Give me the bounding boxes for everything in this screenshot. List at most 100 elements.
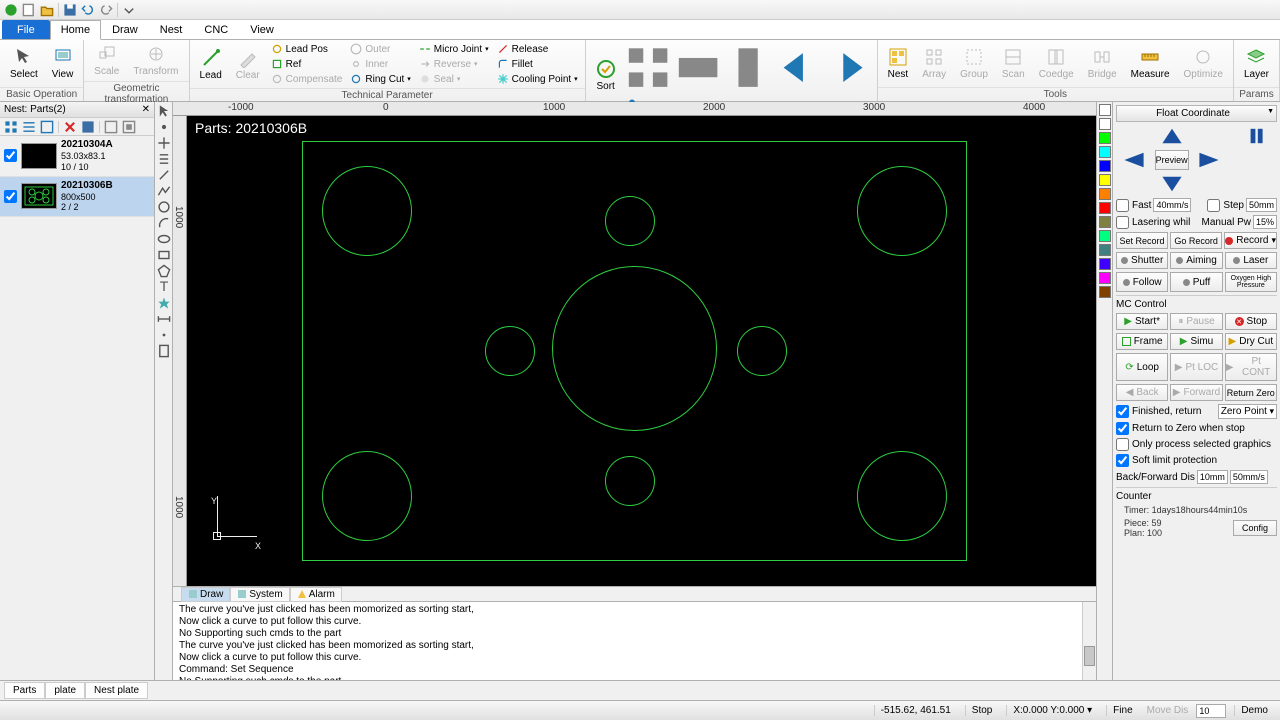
lead-button[interactable]: Lead — [194, 46, 228, 83]
reverse-button[interactable]: Reverse▾ — [416, 57, 492, 71]
stop-button[interactable]: ✕Stop — [1225, 313, 1277, 330]
view-button[interactable]: View — [46, 45, 80, 82]
tab-home[interactable]: Home — [50, 20, 101, 40]
arc-icon[interactable] — [157, 216, 171, 230]
layer-swatch[interactable] — [1099, 230, 1111, 242]
oxygen-button[interactable]: Oxygen High Pressure — [1225, 272, 1277, 292]
delete-icon[interactable] — [63, 120, 77, 134]
layer-swatch[interactable] — [1099, 132, 1111, 144]
save-part-icon[interactable] — [81, 120, 95, 134]
node-icon[interactable] — [157, 120, 171, 134]
redo-icon[interactable] — [99, 3, 113, 17]
qat-more-icon[interactable] — [122, 3, 136, 17]
inner-button[interactable]: Inner — [347, 57, 413, 71]
sort-v-icon[interactable] — [724, 42, 772, 93]
array-button[interactable]: Array — [916, 45, 952, 82]
microjoint-button[interactable]: Micro Joint▾ — [416, 42, 492, 56]
bottom-tab-plate[interactable]: plate — [45, 682, 85, 699]
grid-icon[interactable] — [4, 120, 18, 134]
layer-swatch[interactable] — [1099, 216, 1111, 228]
seal-button[interactable]: Seal▾ — [416, 72, 492, 86]
tab-nest[interactable]: Nest — [149, 20, 194, 39]
rect-icon[interactable] — [157, 248, 171, 262]
coedge-button[interactable]: Coedge — [1033, 45, 1080, 82]
loop-button[interactable]: ⟳Loop — [1116, 353, 1168, 381]
pline-icon[interactable] — [157, 184, 171, 198]
record-button[interactable]: Record▾ — [1224, 232, 1277, 249]
bottom-tab-nestplate[interactable]: Nest plate — [85, 682, 148, 699]
ringcut-button[interactable]: Ring Cut▾ — [347, 72, 413, 86]
clear-button[interactable]: Clear — [230, 46, 266, 83]
return-zero-button[interactable]: Return Zero — [1225, 384, 1277, 401]
config-button[interactable]: Config — [1233, 520, 1277, 536]
start-button[interactable]: ▶Start* — [1116, 313, 1168, 330]
finished-return-checkbox[interactable]: Finished, return — [1116, 405, 1201, 418]
log-tab-draw[interactable]: Draw — [181, 587, 230, 602]
close-icon[interactable]: ✕ — [142, 104, 150, 115]
optimize-button[interactable]: Optimize — [1178, 45, 1229, 82]
bottom-tab-parts[interactable]: Parts — [4, 682, 45, 699]
layer-button[interactable]: Layer — [1238, 45, 1275, 82]
poly-icon[interactable] — [157, 264, 171, 278]
drycut-button[interactable]: ▶Dry Cut — [1225, 333, 1277, 350]
status-xy[interactable]: X:0.000 Y:0.000 ▾ — [1006, 705, 1098, 716]
circle-icon[interactable] — [157, 200, 171, 214]
layer-swatch[interactable] — [1099, 244, 1111, 256]
layer-swatch[interactable] — [1099, 286, 1111, 298]
puff-button[interactable]: Puff — [1170, 272, 1222, 292]
drawing-canvas[interactable]: Parts: 20210306B Y X — [187, 116, 1096, 586]
jog-down-icon[interactable] — [1160, 174, 1184, 194]
jog-left-icon[interactable] — [1122, 150, 1146, 170]
layer-swatch[interactable] — [1099, 174, 1111, 186]
nest-button[interactable]: Nest — [882, 45, 915, 82]
layer-swatch[interactable] — [1099, 258, 1111, 270]
follow-button[interactable]: Follow — [1116, 272, 1168, 292]
layer-swatch[interactable] — [1099, 146, 1111, 158]
jog-up-icon[interactable] — [1160, 126, 1184, 146]
cooling-button[interactable]: Cooling Point▾ — [494, 72, 581, 86]
shutter-button[interactable]: Shutter — [1116, 252, 1168, 269]
layer-swatch[interactable] — [1099, 118, 1111, 130]
new-icon[interactable] — [22, 3, 36, 17]
backfwd-speed[interactable]: 50mm/s — [1230, 470, 1268, 484]
manual-value[interactable]: 15% — [1253, 215, 1277, 229]
nest2-icon[interactable] — [122, 120, 136, 134]
frame-button[interactable]: Frame — [1116, 333, 1168, 350]
sort-prev-icon[interactable] — [774, 42, 822, 93]
part-item[interactable]: 20210306B800x5002 / 2 — [0, 177, 154, 218]
sort-button[interactable]: Sort — [590, 57, 622, 94]
aiming-button[interactable]: Aiming — [1170, 252, 1222, 269]
open-icon[interactable] — [40, 3, 54, 17]
forward-button[interactable]: ▶Forward — [1170, 384, 1222, 401]
undo-icon[interactable] — [81, 3, 95, 17]
set-record-button[interactable]: Set Record — [1116, 232, 1168, 249]
return-zero-stop-checkbox[interactable]: Return to Zero when stop — [1116, 422, 1277, 435]
coord-mode-dropdown[interactable]: Float Coordinate ▼ — [1116, 105, 1277, 122]
ref-button[interactable]: Ref — [268, 57, 346, 71]
only-selected-checkbox[interactable]: Only process selected graphics — [1116, 438, 1277, 451]
measure-button[interactable]: Measure — [1125, 45, 1176, 82]
ptcont-button[interactable]: ▶Pt CONT — [1225, 353, 1277, 381]
scan-button[interactable]: Scan — [996, 45, 1031, 82]
part-checkbox[interactable] — [4, 149, 17, 162]
part-checkbox[interactable] — [4, 190, 17, 203]
simu-button[interactable]: ▶Simu — [1170, 333, 1222, 350]
layer-swatch[interactable] — [1099, 272, 1111, 284]
tab-cnc[interactable]: CNC — [193, 20, 239, 39]
go-record-button[interactable]: Go Record — [1170, 232, 1222, 249]
jog-right-icon[interactable] — [1197, 150, 1221, 170]
transform-button[interactable]: Transform — [127, 42, 184, 79]
order-icon[interactable] — [157, 152, 171, 166]
dim-icon[interactable] — [157, 312, 171, 326]
soft-limit-checkbox[interactable]: Soft limit protection — [1116, 454, 1277, 467]
step-checkbox[interactable]: Step — [1207, 199, 1244, 212]
outer-button[interactable]: Outer — [347, 42, 413, 56]
save-icon[interactable] — [63, 3, 77, 17]
layer-swatch[interactable] — [1099, 188, 1111, 200]
lasering-checkbox[interactable]: Lasering whil — [1116, 216, 1190, 229]
pause-button[interactable]: ⏸Pause — [1170, 313, 1222, 330]
leadpos-button[interactable]: Lead Pos — [268, 42, 346, 56]
jog-step-icon[interactable] — [1247, 126, 1271, 146]
compensate-button[interactable]: Compensate — [268, 72, 346, 86]
point-icon[interactable] — [157, 328, 171, 342]
